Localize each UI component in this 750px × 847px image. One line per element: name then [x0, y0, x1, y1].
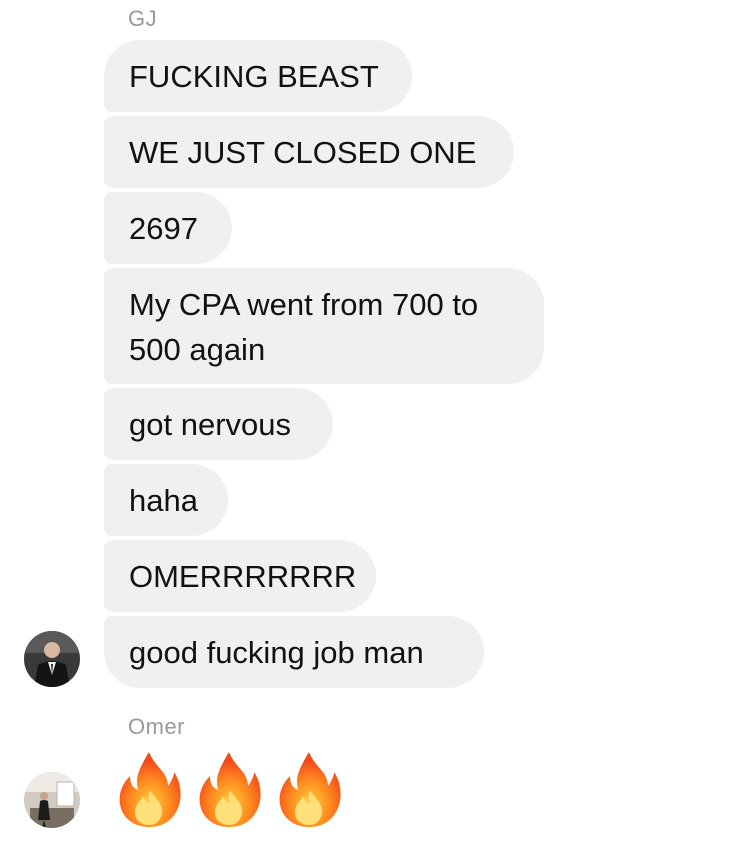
message-text: 2697	[129, 211, 198, 246]
message-bubble[interactable]: good fucking job man	[104, 616, 484, 688]
message-text: good fucking job man	[129, 635, 424, 670]
message-text: haha	[129, 483, 198, 518]
message-bubble[interactable]: OMERRRRRRR	[104, 540, 376, 612]
avatar[interactable]	[24, 631, 80, 687]
avatar[interactable]	[24, 772, 80, 828]
message-bubble[interactable]: WE JUST CLOSED ONE	[104, 116, 514, 188]
message-thread: GJ FUCKING BEAST WE JUST CLOSED ONE 2697…	[0, 0, 750, 847]
sender-name-omer: Omer	[128, 714, 185, 739]
profile-photo-icon	[24, 772, 80, 828]
message-text: OMERRRRRRR	[129, 559, 357, 594]
message-text: got nervous	[129, 407, 291, 442]
profile-photo-icon	[24, 631, 80, 687]
fire-icon	[279, 752, 341, 827]
message-bubble[interactable]: My CPA went from 700 to 500 again	[104, 268, 544, 384]
fire-icon	[199, 752, 261, 827]
message-bubble[interactable]: FUCKING BEAST	[104, 40, 412, 112]
message-bubble[interactable]: haha	[104, 464, 228, 536]
message-bubble[interactable]: got nervous	[104, 388, 333, 460]
sender-name-gj: GJ	[128, 6, 158, 31]
message-text: FUCKING BEAST	[129, 59, 379, 94]
message-bubble[interactable]: 2697	[104, 192, 232, 264]
message-text: WE JUST CLOSED ONE	[129, 135, 477, 170]
fire-icon	[119, 752, 181, 827]
message-text: My CPA went from 700 to 500 again	[129, 287, 479, 367]
